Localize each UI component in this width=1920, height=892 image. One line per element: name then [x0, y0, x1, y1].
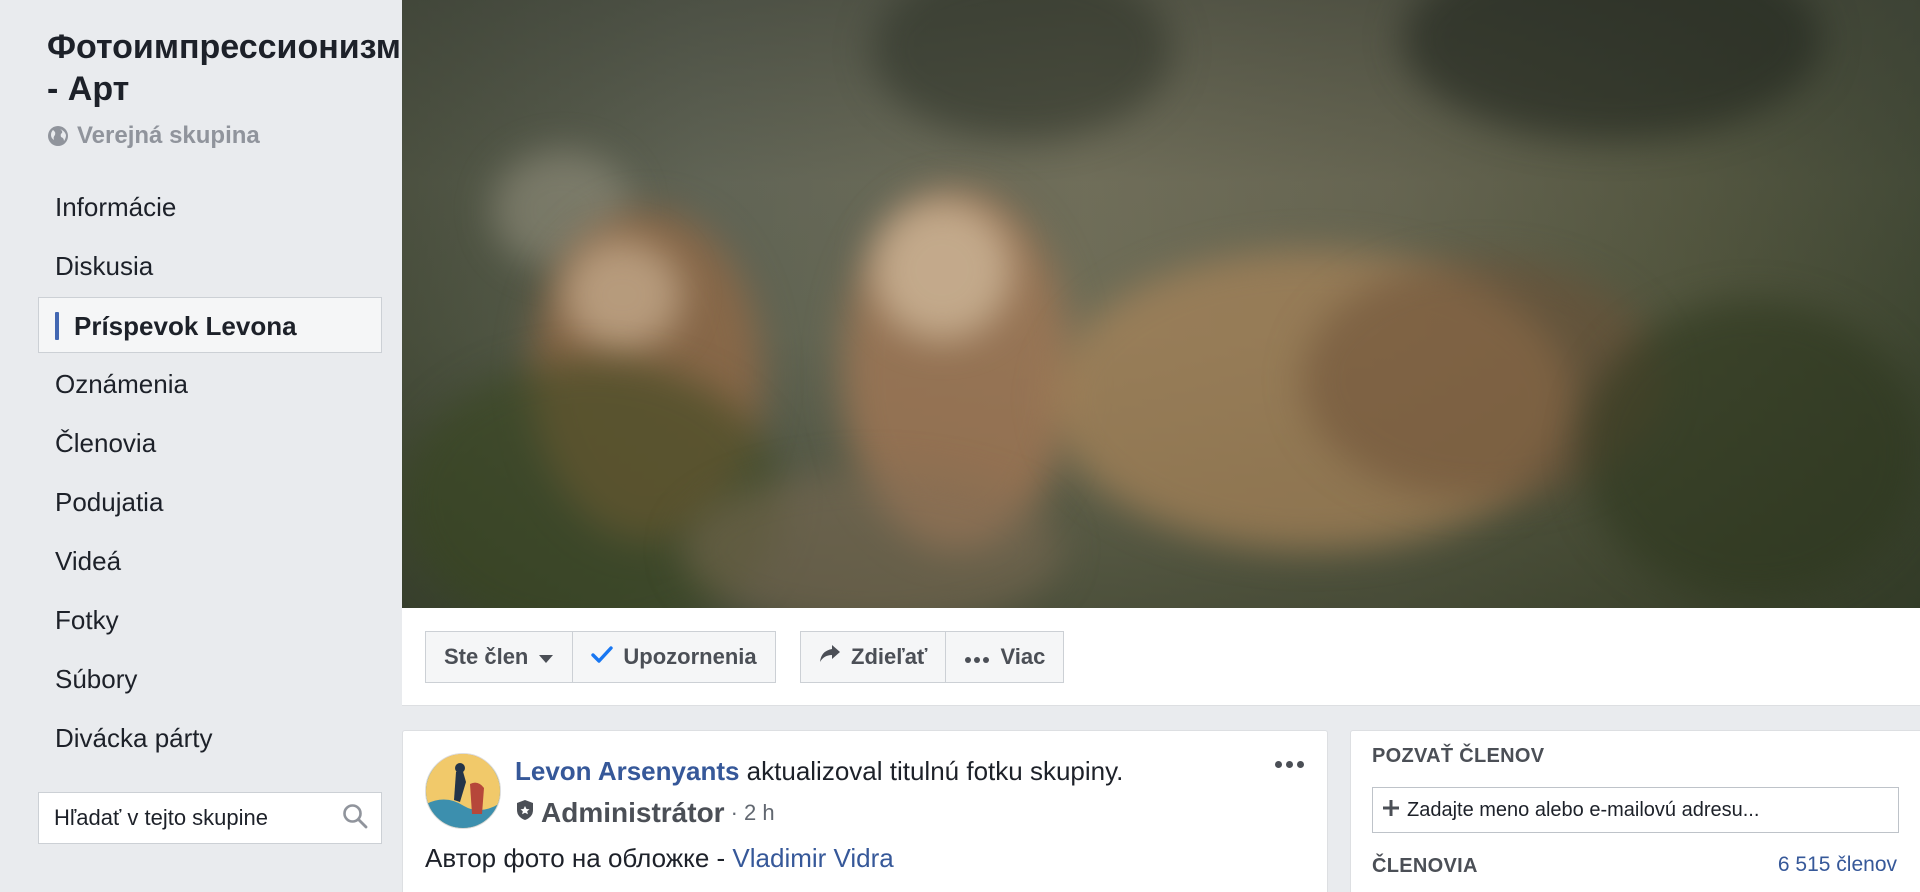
- share-button[interactable]: Zdieľať: [800, 631, 947, 683]
- group-nav: Informácie Diskusia Príspevok Levona Ozn…: [38, 179, 382, 769]
- member-status-label: Ste člen: [444, 644, 529, 669]
- member-status-button[interactable]: Ste člen: [425, 631, 574, 683]
- share-actions: Zdieľať Viac: [800, 631, 1065, 683]
- ellipsis-dot-icon: [1296, 760, 1304, 768]
- nav-item-podujatia[interactable]: Podujatia: [38, 474, 382, 530]
- notifications-label: Upozornenia: [623, 644, 757, 669]
- post-timestamp[interactable]: · 2 h: [731, 800, 775, 826]
- members-count-link[interactable]: 6 515 členov: [1778, 853, 1897, 877]
- nav-item-prispevok-levona[interactable]: Príspevok Levona: [38, 297, 382, 353]
- post-author-role: Administrátor: [541, 797, 725, 828]
- caret-down-icon: [538, 644, 554, 670]
- group-name[interactable]: Фотоимпрессионизм - Арт: [47, 26, 401, 110]
- post-body-link[interactable]: Vladimir Vidra: [732, 843, 893, 873]
- more-label: Viac: [1000, 644, 1046, 669]
- nav-item-divacka-party[interactable]: Divácka párty: [38, 710, 382, 766]
- ellipsis-icon: [964, 644, 990, 670]
- post-headline: Levon Arsenyants aktualizoval titulnú fo…: [515, 756, 1123, 787]
- post-meta: Administrátor · 2 h: [515, 797, 775, 829]
- share-label: Zdieľať: [851, 644, 928, 669]
- post-action-text: aktualizoval titulnú fotku skupiny.: [739, 756, 1124, 786]
- ellipsis-dot-icon: [1285, 760, 1293, 768]
- globe-icon: [47, 125, 69, 147]
- post-body: Автор фото на обложке - Vladimir Vidra: [425, 843, 894, 874]
- nav-item-subory[interactable]: Súbory: [38, 651, 382, 707]
- notifications-button[interactable]: Upozornenia: [573, 631, 776, 683]
- group-sidebar: Фотоимпрессионизм - Арт Verejná skupina …: [0, 0, 402, 892]
- post-card: Levon Arsenyants aktualizoval titulnú fo…: [402, 730, 1328, 892]
- post-author-link[interactable]: Levon Arsenyants: [515, 756, 739, 786]
- ellipsis-dot-icon: [1274, 760, 1282, 768]
- invite-members-card: POZVAŤ ČLENOV ČLENOVIA 6 515 členov: [1350, 730, 1920, 892]
- nav-item-fotky[interactable]: Fotky: [38, 592, 382, 648]
- avatar[interactable]: [425, 753, 501, 829]
- membership-actions: Ste člen Upozornenia: [425, 631, 776, 683]
- nav-item-videa[interactable]: Videá: [38, 533, 382, 589]
- invite-input[interactable]: [1407, 798, 1898, 822]
- more-button[interactable]: Viac: [946, 631, 1065, 683]
- group-privacy: Verejná skupina: [47, 122, 260, 150]
- invite-members-heading: POZVAŤ ČLENOV: [1372, 745, 1545, 767]
- privacy-label: Verejná skupina: [77, 122, 260, 149]
- members-heading: ČLENOVIA: [1372, 855, 1478, 877]
- group-action-bar: Ste člen Upozornenia Zdieľať Viac: [402, 608, 1920, 706]
- invite-field: [1372, 787, 1899, 833]
- share-arrow-icon: [819, 644, 841, 670]
- nav-item-clenovia[interactable]: Členovia: [38, 415, 382, 471]
- search-icon[interactable]: [342, 803, 368, 834]
- nav-item-oznamenia[interactable]: Oznámenia: [38, 356, 382, 412]
- post-options-button[interactable]: [1269, 749, 1309, 779]
- cover-photo[interactable]: [402, 0, 1920, 608]
- plus-icon: [1383, 799, 1399, 821]
- check-icon: [591, 644, 614, 670]
- group-search: [38, 792, 382, 844]
- group-search-input[interactable]: [54, 805, 342, 831]
- nav-item-informacie[interactable]: Informácie: [38, 179, 382, 235]
- admin-shield-icon: [515, 799, 535, 827]
- post-body-text: Автор фото на обложке -: [425, 843, 733, 873]
- nav-item-diskusia[interactable]: Diskusia: [38, 238, 382, 294]
